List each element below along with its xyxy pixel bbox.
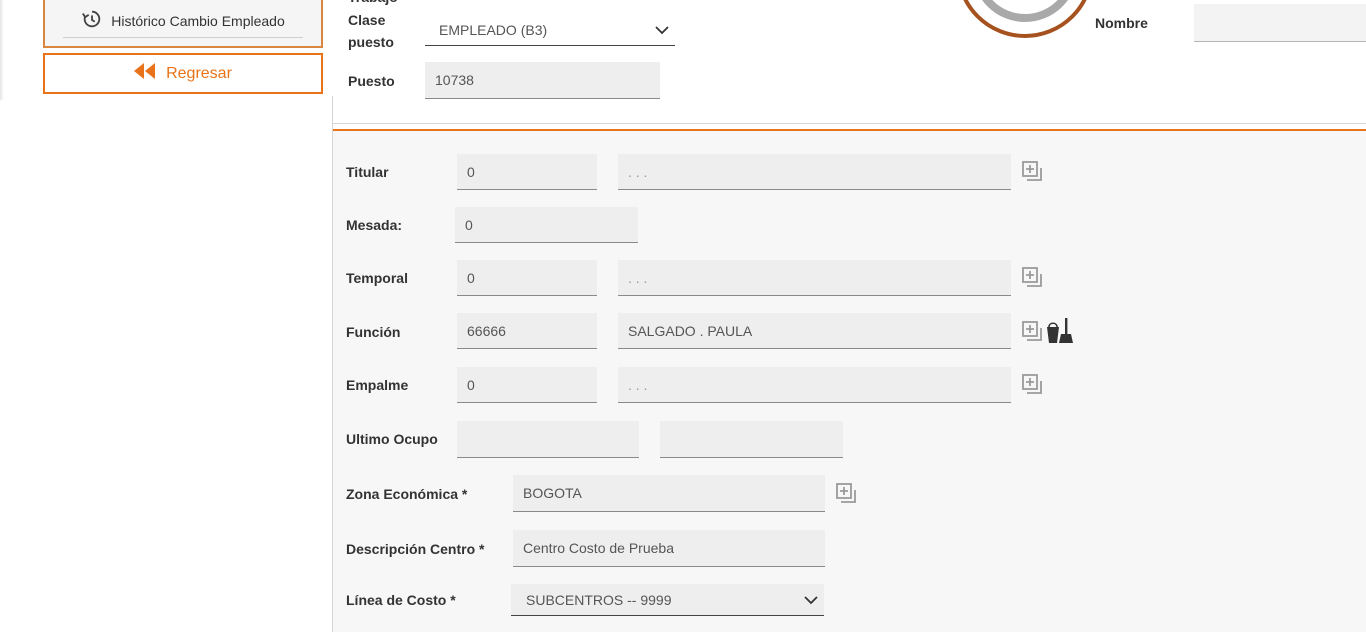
temporal-name: . . . bbox=[628, 269, 648, 286]
empalme-name: . . . bbox=[628, 376, 648, 393]
back-button[interactable]: Regresar bbox=[43, 53, 323, 94]
clase-puesto-value: EMPLEADO (B3) bbox=[439, 21, 548, 38]
puesto-label: Puesto bbox=[348, 73, 395, 89]
history-change-button[interactable]: Histórico Cambio Empleado bbox=[63, 4, 303, 38]
clase-puesto-select[interactable]: EMPLEADO (B3) bbox=[425, 14, 675, 46]
empalme-code-field[interactable]: 0 bbox=[457, 367, 597, 403]
nombre-field[interactable] bbox=[1194, 4, 1366, 42]
sidebar-shadow bbox=[0, 0, 4, 100]
funcion-search-add-icon[interactable] bbox=[1021, 320, 1045, 344]
history-card: Histórico Cambio Empleado bbox=[43, 0, 323, 48]
back-button-label: Regresar bbox=[166, 64, 232, 82]
mesada-label: Mesada: bbox=[346, 217, 403, 233]
funcion-code: 66666 bbox=[467, 322, 506, 339]
linea-costo-label: Línea de Costo * bbox=[346, 592, 456, 608]
history-change-label: Histórico Cambio Empleado bbox=[111, 12, 285, 29]
puesto-value: 10738 bbox=[435, 72, 474, 88]
temporal-name-field[interactable]: . . . bbox=[618, 260, 1011, 296]
mesada-value: 0 bbox=[465, 216, 473, 233]
funcion-name-field[interactable]: SALGADO . PAULA bbox=[618, 313, 1011, 349]
clase-puesto-label: Clase bbox=[348, 12, 386, 28]
titular-code: 0 bbox=[467, 163, 475, 180]
funcion-label: Función bbox=[346, 324, 401, 340]
empalme-name-field[interactable]: . . . bbox=[618, 367, 1011, 403]
zona-economica-label: Zona Económica * bbox=[346, 486, 468, 502]
descripcion-centro-value: Centro Costo de Prueba bbox=[523, 540, 674, 556]
double-chevron-left-icon bbox=[134, 63, 156, 84]
funcion-name: SALGADO . PAULA bbox=[628, 322, 753, 339]
descripcion-centro-field[interactable]: Centro Costo de Prueba bbox=[513, 530, 825, 567]
empalme-label: Empalme bbox=[346, 377, 409, 393]
empalme-search-add-icon[interactable] bbox=[1021, 373, 1045, 397]
linea-costo-select[interactable]: SUBCENTROS -- 9999 bbox=[511, 584, 824, 616]
chevron-down-icon bbox=[804, 592, 818, 608]
ultimo-ocupo-label: Ultimo Ocupo bbox=[346, 431, 438, 447]
mesada-field[interactable]: 0 bbox=[455, 207, 638, 243]
history-icon bbox=[81, 8, 103, 33]
titular-name-field[interactable]: . . . bbox=[618, 154, 1011, 190]
titular-name: . . . bbox=[628, 163, 648, 180]
descripcion-centro-label: Descripción Centro * bbox=[346, 541, 485, 557]
funcion-code-field[interactable]: 66666 bbox=[457, 313, 597, 349]
clase-puesto-label-2: puesto bbox=[348, 34, 394, 50]
temporal-label: Temporal bbox=[346, 270, 408, 286]
avatar-inner bbox=[972, 0, 1078, 22]
titular-search-add-icon[interactable] bbox=[1021, 160, 1045, 184]
empalme-code: 0 bbox=[467, 376, 475, 393]
linea-costo-value: SUBCENTROS -- 9999 bbox=[526, 591, 672, 608]
chevron-down-icon bbox=[655, 22, 669, 38]
ultimo-ocupo-field-2[interactable] bbox=[660, 421, 843, 458]
titular-label: Titular bbox=[346, 164, 389, 180]
temporal-search-add-icon[interactable] bbox=[1021, 266, 1045, 290]
titular-code-field[interactable]: 0 bbox=[457, 154, 597, 190]
puesto-field[interactable]: 10738 bbox=[425, 62, 660, 99]
ultimo-ocupo-field-1[interactable] bbox=[457, 421, 639, 458]
zona-economica-field[interactable]: BOGOTA bbox=[513, 475, 825, 512]
temporal-code: 0 bbox=[467, 269, 475, 286]
zona-search-add-icon[interactable] bbox=[835, 482, 859, 506]
zona-economica-value: BOGOTA bbox=[523, 485, 582, 501]
temporal-code-field[interactable]: 0 bbox=[457, 260, 597, 296]
nombre-label: Nombre bbox=[1095, 15, 1148, 31]
clean-icon[interactable] bbox=[1046, 318, 1074, 344]
trabajo-label-cut: Trabajo bbox=[348, 0, 398, 8]
